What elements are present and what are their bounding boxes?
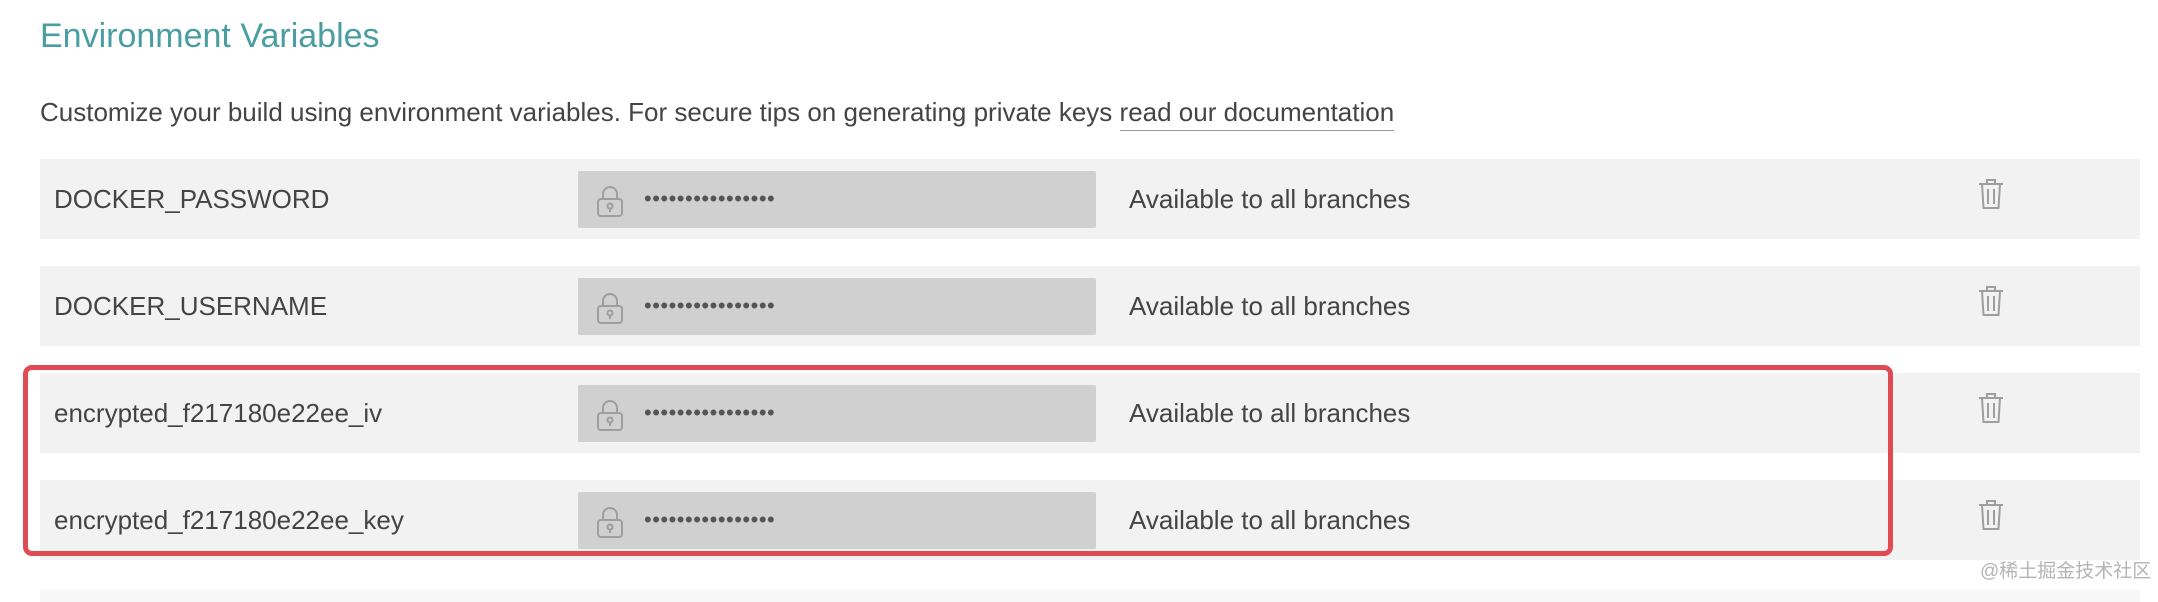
env-var-row: DOCKER_PASSWORD •••••••••••••••• Availab… xyxy=(40,159,2140,239)
env-var-name: encrypted_f217180e22ee_key xyxy=(54,505,404,535)
env-var-name: DOCKER_USERNAME xyxy=(54,291,328,321)
lock-icon xyxy=(596,398,624,432)
lock-icon xyxy=(596,291,624,325)
env-var-value-field: •••••••••••••••• xyxy=(578,278,1096,335)
env-var-value-field: •••••••••••••••• xyxy=(578,385,1096,442)
env-var-value-field: •••••••••••••••• xyxy=(578,171,1096,228)
trash-icon[interactable] xyxy=(1977,498,2005,532)
env-var-name: DOCKER_PASSWORD xyxy=(54,184,330,214)
env-var-masked-value: •••••••••••••••• xyxy=(644,400,776,425)
env-var-availability: Available to all branches xyxy=(1129,505,1411,535)
lock-icon xyxy=(596,505,624,539)
section-title: Environment Variables xyxy=(40,17,380,55)
env-vars-page: Environment Variables Customize your bui… xyxy=(0,0,2158,602)
env-var-row: encrypted_f217180e22ee_iv ••••••••••••••… xyxy=(40,373,2140,453)
env-var-name: encrypted_f217180e22ee_iv xyxy=(54,398,383,428)
env-var-row: encrypted_f217180e22ee_key •••••••••••••… xyxy=(40,480,2140,560)
watermark-text: @稀土掘金技术社区 xyxy=(1980,561,2152,582)
env-var-availability: Available to all branches xyxy=(1129,184,1411,214)
trash-icon[interactable] xyxy=(1977,177,2005,211)
trash-icon[interactable] xyxy=(1977,391,2005,425)
documentation-link[interactable]: read our documentation xyxy=(1119,97,1395,131)
trash-icon[interactable] xyxy=(1977,284,2005,318)
section-description: Customize your build using environment v… xyxy=(40,94,1395,131)
env-var-masked-value: •••••••••••••••• xyxy=(644,186,776,211)
env-var-row: DOCKER_USERNAME •••••••••••••••• Availab… xyxy=(40,266,2140,346)
env-var-value-field: •••••••••••••••• xyxy=(578,492,1096,549)
env-var-availability: Available to all branches xyxy=(1129,398,1411,428)
env-var-availability: Available to all branches xyxy=(1129,291,1411,321)
env-var-masked-value: •••••••••••••••• xyxy=(644,507,776,532)
env-var-masked-value: •••••••••••••••• xyxy=(644,293,776,318)
lock-icon xyxy=(596,184,624,218)
description-text: Customize your build using environment v… xyxy=(40,97,1120,127)
env-var-row-partial xyxy=(40,590,2140,602)
